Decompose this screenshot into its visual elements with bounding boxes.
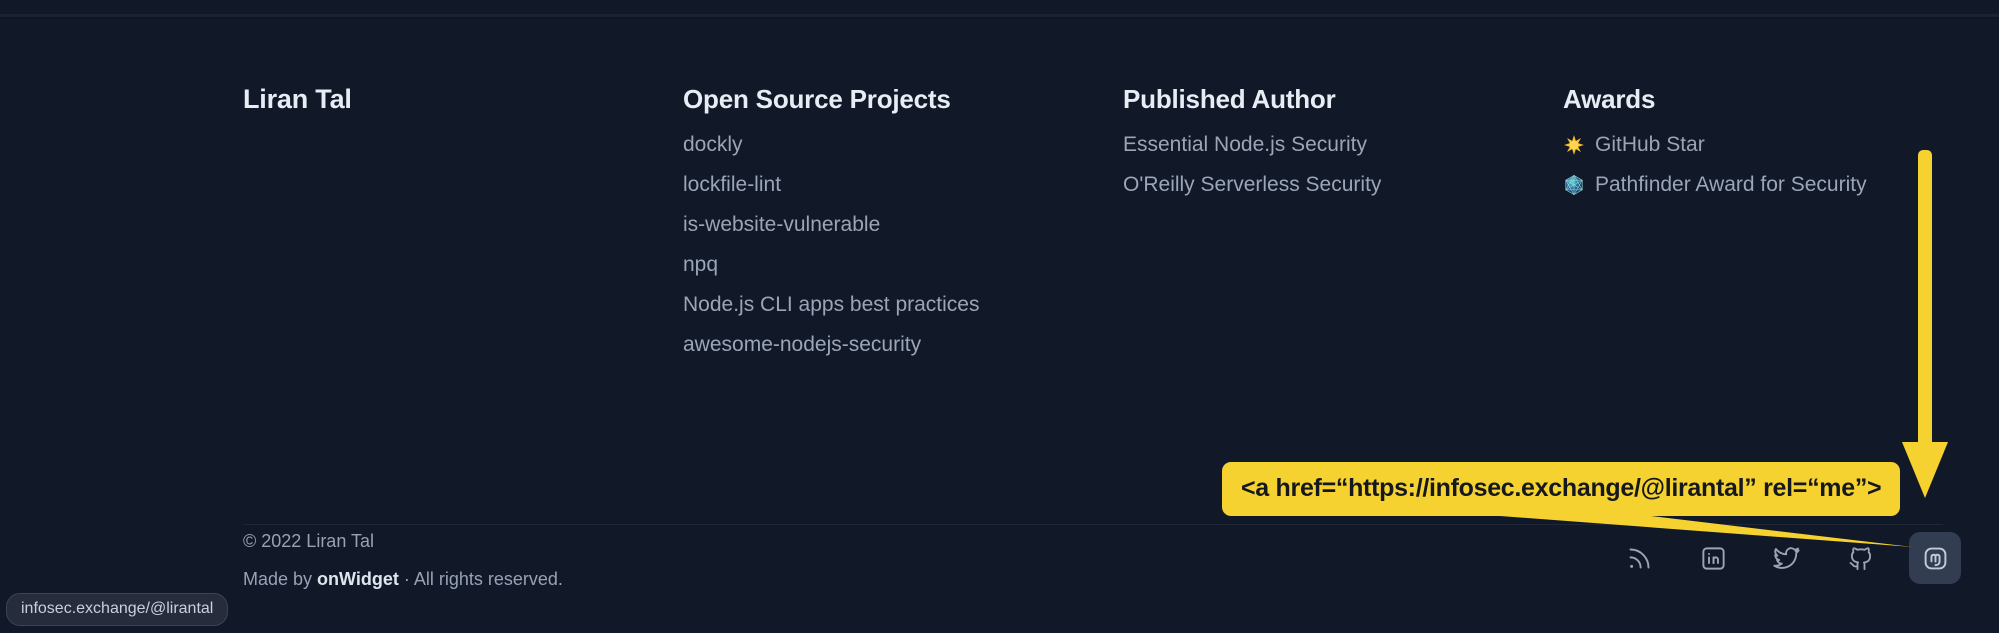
social-link-mastodon[interactable]: [1909, 532, 1961, 584]
link-nodejs-cli-best-practices[interactable]: Node.js CLI apps best practices: [683, 290, 979, 319]
glowing-star-icon: [1563, 134, 1587, 156]
link-awesome-nodejs-security[interactable]: awesome-nodejs-security: [683, 330, 921, 359]
social-link-linkedin[interactable]: [1687, 532, 1739, 584]
footer-columns: Liran Tal Open Source Projects dockly lo…: [243, 84, 1943, 370]
awards-link-list: GitHub Star Pathfinder Award for Securit…: [1563, 130, 1943, 199]
footer-column-published-author: Published Author Essential Node.js Secur…: [1123, 84, 1563, 370]
github-icon: [1847, 544, 1875, 572]
social-links: [1613, 532, 1961, 584]
list-item: O'Reilly Serverless Security: [1123, 170, 1563, 199]
social-link-twitter[interactable]: [1761, 532, 1813, 584]
column-heading-open-source: Open Source Projects: [683, 84, 951, 114]
linkedin-icon: [1700, 545, 1727, 572]
rss-icon: [1626, 545, 1653, 572]
footer-brand-column: Liran Tal: [243, 84, 683, 370]
footer-column-open-source: Open Source Projects dockly lockfile-lin…: [683, 84, 1123, 370]
footer-column-awards: Awards GitHub Star Pathfinder Award for …: [1563, 84, 1943, 370]
browser-status-url: infosec.exchange/@lirantal: [6, 593, 229, 626]
link-pathfinder-award[interactable]: Pathfinder Award for Security: [1563, 170, 1943, 199]
open-source-link-list: dockly lockfile-lint is-website-vulnerab…: [683, 130, 1123, 359]
mastodon-icon: [1922, 545, 1949, 572]
list-item: awesome-nodejs-security: [683, 330, 1123, 359]
list-item: dockly: [683, 130, 1123, 159]
page-title: Liran Tal: [243, 84, 352, 114]
list-item: is-website-vulnerable: [683, 210, 1123, 239]
top-divider-shadow: [0, 17, 1999, 19]
made-by-prefix: Made by: [243, 569, 318, 589]
column-heading-published-author: Published Author: [1123, 84, 1336, 114]
annotation-callout: <a href=“https://infosec.exchange/@liran…: [1222, 462, 1901, 516]
link-github-star[interactable]: GitHub Star: [1563, 130, 1943, 159]
list-item: npq: [683, 250, 1123, 279]
onwidget-link[interactable]: onWidget: [317, 569, 399, 589]
footer-divider: [243, 524, 1943, 525]
column-heading-awards: Awards: [1563, 84, 1656, 114]
list-item: Pathfinder Award for Security: [1563, 170, 1943, 199]
copyright-text: © 2022 Liran Tal: [243, 531, 375, 551]
list-item: GitHub Star: [1563, 130, 1943, 159]
award-label: GitHub Star: [1595, 133, 1705, 156]
twitter-icon: [1773, 544, 1801, 572]
list-item: Node.js CLI apps best practices: [683, 290, 1123, 319]
link-is-website-vulnerable[interactable]: is-website-vulnerable: [683, 210, 880, 239]
made-by-suffix: · All rights reserved.: [398, 569, 563, 589]
list-item: Essential Node.js Security: [1123, 130, 1563, 159]
link-oreilly-serverless-security[interactable]: O'Reilly Serverless Security: [1123, 170, 1381, 199]
award-label: Pathfinder Award for Security: [1595, 173, 1867, 196]
link-essential-nodejs-security[interactable]: Essential Node.js Security: [1123, 130, 1367, 159]
published-author-link-list: Essential Node.js Security O'Reilly Serv…: [1123, 130, 1563, 199]
link-npq[interactable]: npq: [683, 250, 718, 279]
list-item: lockfile-lint: [683, 170, 1123, 199]
link-dockly[interactable]: dockly: [683, 130, 743, 159]
link-lockfile-lint[interactable]: lockfile-lint: [683, 170, 781, 199]
made-by-text: Made by onWidget · All rights reserved.: [243, 565, 563, 593]
social-link-rss[interactable]: [1613, 532, 1665, 584]
social-link-github[interactable]: [1835, 532, 1887, 584]
kaleidoscope-icon: [1563, 174, 1587, 196]
